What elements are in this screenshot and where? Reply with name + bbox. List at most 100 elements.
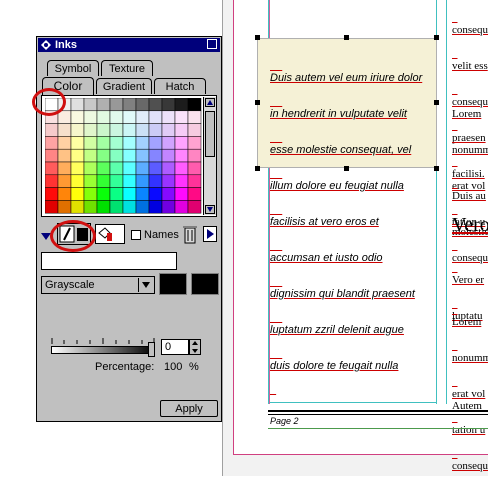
color-swatch[interactable]	[148, 200, 163, 214]
color-swatch[interactable]	[174, 136, 189, 150]
color-swatch[interactable]	[57, 174, 72, 188]
color-swatch[interactable]	[57, 136, 72, 150]
color-swatch[interactable]	[109, 136, 124, 150]
color-swatch[interactable]	[70, 98, 85, 112]
color-swatch[interactable]	[135, 187, 150, 201]
color-swatch[interactable]	[187, 110, 202, 124]
color-swatch[interactable]	[57, 187, 72, 201]
tab-symbol[interactable]: Symbol	[47, 60, 99, 76]
color-swatch[interactable]	[122, 98, 137, 112]
color-swatch[interactable]	[161, 136, 176, 150]
color-mode-select[interactable]: Grayscale	[41, 276, 155, 294]
color-swatch[interactable]	[122, 161, 137, 176]
color-swatch[interactable]	[148, 123, 163, 137]
color-swatch[interactable]	[148, 110, 163, 124]
color-swatch[interactable]	[109, 161, 124, 176]
selection-handle[interactable]	[344, 166, 349, 171]
color-swatch[interactable]	[174, 98, 189, 112]
color-swatch[interactable]	[148, 136, 163, 150]
color-swatch[interactable]	[161, 161, 176, 176]
color-swatch[interactable]	[109, 200, 124, 214]
color-swatch[interactable]	[57, 200, 72, 214]
color-swatch[interactable]	[96, 136, 111, 150]
color-swatch[interactable]	[70, 187, 85, 201]
color-swatch[interactable]	[45, 174, 59, 188]
color-swatch[interactable]	[122, 200, 137, 214]
tab-hatch[interactable]: Hatch	[154, 78, 206, 94]
color-swatch[interactable]	[187, 148, 202, 163]
color-swatch[interactable]	[45, 187, 59, 201]
color-swatch[interactable]	[122, 136, 137, 150]
color-swatch[interactable]	[174, 110, 189, 124]
color-swatch[interactable]	[45, 148, 59, 163]
color-swatch[interactable]	[148, 161, 163, 176]
color-swatch[interactable]	[161, 174, 176, 188]
color-swatch[interactable]	[174, 174, 189, 188]
color-swatch[interactable]	[161, 110, 176, 124]
scroll-down-arrow[interactable]	[205, 205, 215, 214]
color-swatch[interactable]	[174, 161, 189, 176]
color-name-field[interactable]	[41, 252, 177, 270]
color-swatch[interactable]	[45, 136, 59, 150]
color-swatch[interactable]	[187, 200, 202, 214]
selection-handle[interactable]	[434, 166, 439, 171]
color-swatch[interactable]	[70, 136, 85, 150]
selected-text-frame[interactable]: Duis autem vel eum iriure dolor in hendr…	[257, 38, 437, 372]
color-swatch[interactable]	[70, 110, 85, 124]
color-swatch[interactable]	[122, 187, 137, 201]
color-swatch[interactable]	[83, 148, 98, 163]
color-swatch[interactable]	[83, 123, 98, 137]
color-swatch[interactable]	[96, 148, 111, 163]
panel-title-bar[interactable]: Inks	[38, 38, 220, 52]
color-swatch[interactable]	[96, 123, 111, 137]
color-swatch[interactable]	[187, 187, 202, 201]
color-swatch-grid[interactable]	[45, 98, 205, 214]
color-swatch[interactable]	[122, 110, 137, 124]
color-swatch[interactable]	[135, 136, 150, 150]
color-swatch[interactable]	[161, 123, 176, 137]
tint-stepper[interactable]	[189, 339, 201, 355]
names-checkbox[interactable]	[131, 230, 141, 240]
selection-handle[interactable]	[255, 100, 260, 105]
color-swatch[interactable]	[135, 110, 150, 124]
color-swatch[interactable]	[148, 98, 163, 112]
color-swatch[interactable]	[45, 200, 59, 214]
scroll-thumb[interactable]	[205, 111, 215, 157]
apply-button[interactable]: Apply	[160, 400, 218, 417]
color-swatch[interactable]	[83, 174, 98, 188]
color-swatch[interactable]	[83, 187, 98, 201]
color-swatch[interactable]	[187, 161, 202, 176]
swatch-scrollbar[interactable]	[203, 97, 216, 215]
color-swatch[interactable]	[109, 187, 124, 201]
trash-icon[interactable]	[183, 224, 197, 244]
selection-handle[interactable]	[434, 35, 439, 40]
color-swatch[interactable]	[161, 98, 176, 112]
color-swatch[interactable]	[187, 123, 202, 137]
color-swatch[interactable]	[109, 174, 124, 188]
color-swatch[interactable]	[135, 148, 150, 163]
color-swatch[interactable]	[70, 123, 85, 137]
panel-menu-button[interactable]	[207, 39, 217, 49]
color-swatch[interactable]	[187, 136, 202, 150]
tint-value-field[interactable]: 0	[161, 339, 189, 355]
color-swatch[interactable]	[122, 123, 137, 137]
color-swatch[interactable]	[57, 148, 72, 163]
color-swatch[interactable]	[70, 148, 85, 163]
color-swatch[interactable]	[135, 200, 150, 214]
color-swatch[interactable]	[70, 174, 85, 188]
color-swatch[interactable]	[70, 161, 85, 176]
color-swatch[interactable]	[174, 123, 189, 137]
color-swatch[interactable]	[148, 187, 163, 201]
selection-handle[interactable]	[344, 35, 349, 40]
color-swatch[interactable]	[96, 110, 111, 124]
color-swatch[interactable]	[45, 123, 59, 137]
color-swatch[interactable]	[83, 136, 98, 150]
color-swatch[interactable]	[83, 161, 98, 176]
color-swatch[interactable]	[96, 98, 111, 112]
color-swatch[interactable]	[135, 161, 150, 176]
color-swatch[interactable]	[83, 110, 98, 124]
color-swatch[interactable]	[109, 123, 124, 137]
color-swatch[interactable]	[57, 161, 72, 176]
color-swatch[interactable]	[187, 174, 202, 188]
tint-slider-thumb[interactable]	[148, 342, 155, 357]
